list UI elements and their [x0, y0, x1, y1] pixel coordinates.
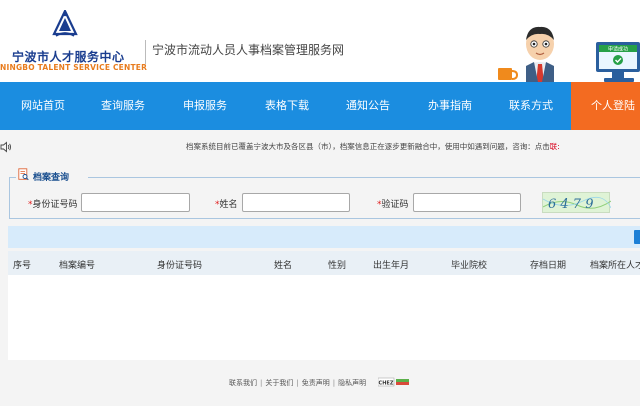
footer-link-disclaimer[interactable]: 免责声明 — [302, 379, 330, 387]
footer-link-contact[interactable]: 联系我们 — [229, 379, 257, 387]
column-header-archive-date: 存档日期 — [530, 261, 567, 271]
logo-english-name: NINGBO TALENT SERVICE CENTER — [0, 63, 148, 72]
notice-text: 档案系统目前已覆盖宁波大市及各区县（市），档案信息正在逐步更新融合中，使用中如遇… — [186, 142, 550, 151]
main-nav: 网站首页 查询服务 申报服务 表格下载 通知公告 办事指南 联系方式 个人登陆 — [0, 82, 640, 130]
monitor-icon: 申请成功 — [596, 42, 640, 82]
query-legend: 档案查询 — [16, 167, 88, 185]
name-input[interactable] — [242, 193, 350, 212]
captcha-text: 6 4 7 9 — [548, 197, 593, 212]
name-label: *姓名 — [215, 197, 238, 210]
id-label-text: 身份证号码 — [32, 200, 78, 210]
captcha-image[interactable]: 6 4 7 9 — [542, 192, 612, 213]
nav-item-contact[interactable]: 联系方式 — [509, 82, 553, 130]
column-header-birth: 出生年月 — [373, 261, 410, 271]
id-label: *身份证号码 — [28, 197, 78, 210]
site-logo[interactable]: 宁波市人才服务中心 NINGBO TALENT SERVICE CENTER — [0, 8, 147, 72]
badge-text: CHEZ — [379, 380, 394, 386]
name-label-text: 姓名 — [219, 200, 238, 210]
site-title: 宁波市流动人员人事档案管理服务网 — [152, 43, 345, 57]
column-header-index: 序号 — [13, 261, 32, 271]
query-legend-text: 档案查询 — [33, 173, 70, 183]
column-header-archive-location: 档案所在人才 — [590, 261, 640, 271]
document-search-icon — [18, 168, 29, 181]
id-number-input[interactable] — [81, 193, 190, 212]
nav-item-guide[interactable]: 办事指南 — [428, 82, 472, 130]
footer-link-about[interactable]: 关于我们 — [265, 379, 293, 387]
logo-mark-icon — [52, 10, 78, 37]
column-header-name: 姓名 — [274, 261, 293, 271]
mascot-illustration-icon — [498, 26, 554, 84]
notice-bar: 档案系统目前已覆盖宁波大市及各区县（市），档案信息正在逐步更新融合中，使用中如遇… — [186, 141, 560, 152]
site-badge-icon[interactable]: CHEZ — [378, 377, 410, 387]
nav-item-apply[interactable]: 申报服务 — [183, 82, 227, 130]
nav-item-login[interactable]: 个人登陆 — [571, 82, 640, 130]
footer-separator: | — [260, 379, 263, 387]
footer-separator: | — [296, 379, 299, 387]
column-header-id-number: 身份证号码 — [157, 261, 203, 271]
nav-item-home[interactable]: 网站首页 — [21, 82, 65, 130]
nav-item-downloads[interactable]: 表格下载 — [265, 82, 309, 130]
results-table-body — [8, 275, 640, 360]
page: 宁波市人才服务中心 NINGBO TALENT SERVICE CENTER 宁… — [0, 0, 640, 406]
results-action-button[interactable] — [634, 230, 640, 244]
column-header-school: 毕业院校 — [451, 261, 488, 271]
application-monitor: 申请成功 — [592, 40, 640, 84]
nav-item-notices[interactable]: 通知公告 — [346, 82, 390, 130]
captcha-input[interactable] — [413, 193, 521, 212]
results-toolbar — [8, 226, 640, 248]
footer-links: 联系我们 | 关于我们 | 免责声明 | 隐私声明 — [229, 378, 366, 388]
footer-separator: | — [332, 379, 336, 387]
monitor-text: 申请成功 — [608, 46, 628, 53]
footer-link-privacy[interactable]: 隐私声明 — [338, 379, 366, 387]
column-header-gender: 性别 — [328, 261, 347, 271]
captcha-label: *验证码 — [377, 197, 409, 210]
notice-contact-link[interactable]: 联: — [550, 142, 560, 151]
captcha-label-text: 验证码 — [381, 200, 409, 210]
column-header-file-number: 档案编号 — [59, 261, 96, 271]
speaker-icon — [0, 141, 11, 153]
nav-item-query[interactable]: 查询服务 — [101, 82, 145, 130]
header-divider — [145, 40, 146, 64]
header: 宁波市人才服务中心 NINGBO TALENT SERVICE CENTER 宁… — [0, 0, 640, 84]
